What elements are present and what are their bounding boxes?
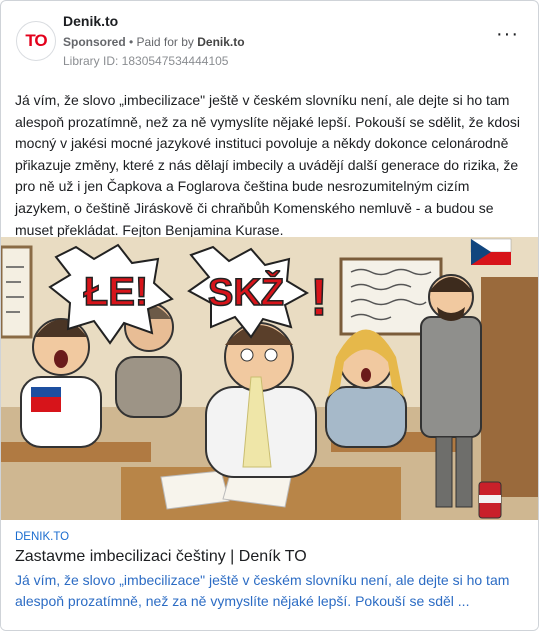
chalkboard-left (1, 245, 33, 339)
separator: • (125, 35, 137, 49)
link-domain: DENIK.TO (15, 531, 70, 543)
ad-card: TO Denik.to Sponsored • Paid for by Deni… (0, 0, 539, 631)
door (481, 277, 538, 497)
link-preview[interactable]: DENIK.TO Zastavme imbecilizaci češtiny |… (1, 520, 538, 630)
library-id: Library ID: 1830547534444105 (63, 54, 229, 68)
link-title[interactable]: Zastavme imbecilizaci češtiny | Deník TO (15, 548, 307, 566)
sponsor-line: Sponsored • Paid for by Denik.to (63, 35, 245, 49)
post-image[interactable]: ŁE! SKŽ ! (1, 237, 538, 520)
link-description: Já vím, že slovo „imbecilizace" ještě v … (15, 572, 510, 609)
speech-text-2: SKŽ (208, 270, 284, 314)
logo-icon: TO (25, 31, 47, 50)
ad-header: TO Denik.to Sponsored • Paid for by Deni… (1, 1, 538, 71)
sponsored-label: Sponsored (63, 35, 126, 49)
speech-text-1: ŁE! (84, 270, 148, 314)
soda-can (478, 481, 502, 519)
more-options-icon[interactable]: ··· (496, 24, 519, 44)
page-avatar[interactable]: TO (16, 21, 56, 61)
paid-for-name[interactable]: Denik.to (197, 35, 244, 49)
post-text: Já vím, že slovo „imbecilizace" ještě v … (15, 92, 521, 238)
paid-for-prefix: Paid for by (136, 35, 198, 49)
czech-flag (470, 238, 512, 265)
speech-text-3: ! (310, 269, 327, 327)
page-name[interactable]: Denik.to (63, 13, 118, 29)
